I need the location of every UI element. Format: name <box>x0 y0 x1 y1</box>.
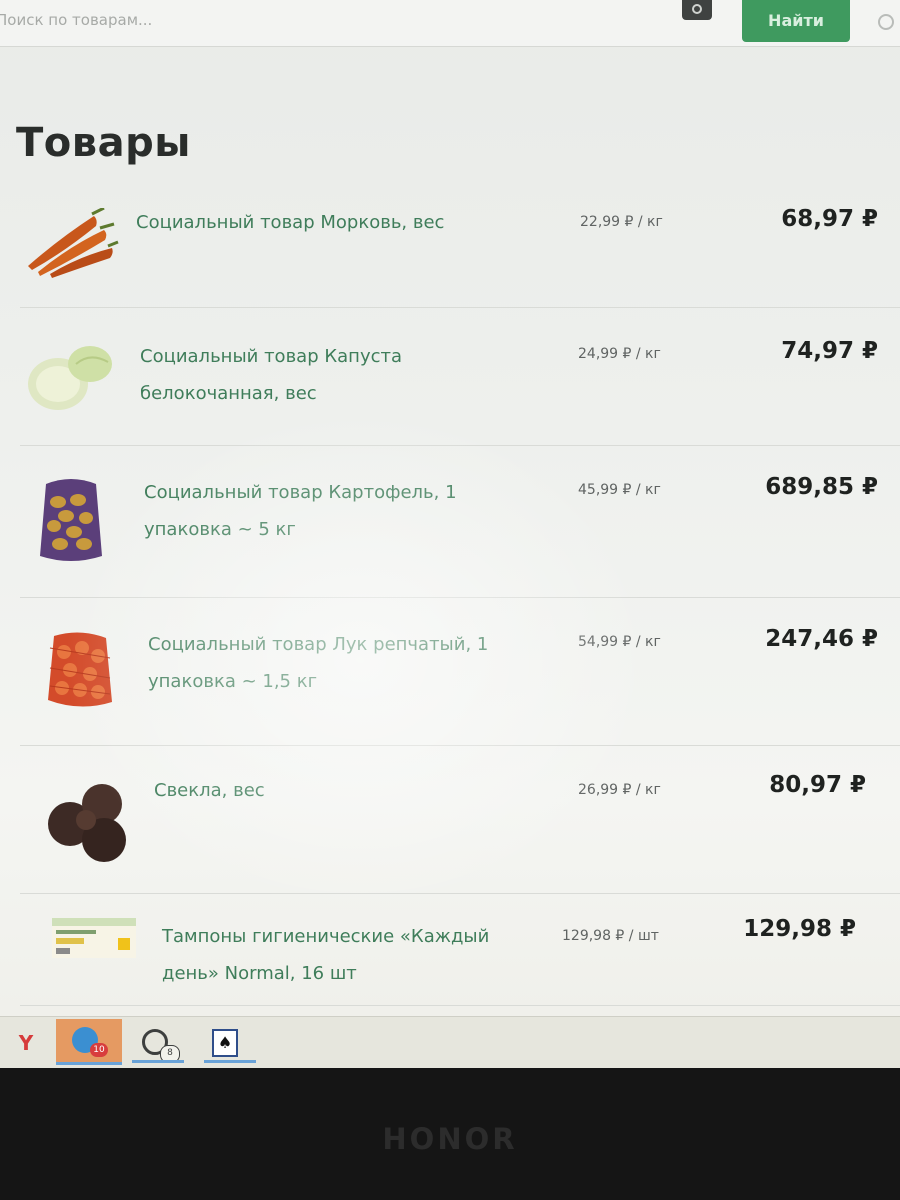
item-total-price: 80,97 ₽ <box>769 772 866 798</box>
onion-bag-image <box>48 632 112 707</box>
yandex-browser-icon[interactable]: Y <box>4 1023 48 1063</box>
beet-image <box>48 784 126 862</box>
item-unit-price: 129,98 ₽ / шт <box>562 928 659 944</box>
item-total-price: 68,97 ₽ <box>781 206 878 232</box>
active-indicator <box>132 1060 184 1063</box>
carrot-image <box>28 208 119 278</box>
device-brand-logo: HONOR <box>382 1122 518 1156</box>
item-unit-price: 26,99 ₽ / кг <box>578 782 661 798</box>
item-name[interactable]: Свекла, вес <box>154 772 554 809</box>
item-unit-price: 45,99 ₽ / кг <box>578 482 661 498</box>
browser-page: Найти Товары Социальный товар Морковь, в… <box>0 0 900 1068</box>
whatsapp-icon[interactable]: 8 <box>132 1023 184 1063</box>
active-indicator <box>56 1062 122 1065</box>
active-indicator <box>204 1060 256 1063</box>
item-total-price: 247,46 ₽ <box>765 626 878 652</box>
page-title: Товары <box>16 120 191 166</box>
list-item[interactable]: Социальный товар Морковь, вес 22,99 ₽ / … <box>20 190 900 308</box>
list-item[interactable]: Свекла, вес 26,99 ₽ / кг 80,97 ₽ <box>20 746 900 894</box>
item-name[interactable]: Социальный товар Лук репчатый, 1 упаковк… <box>148 626 508 700</box>
list-item[interactable]: Социальный товар Капуста белокочанная, в… <box>20 308 900 446</box>
camera-search-icon[interactable] <box>682 0 712 20</box>
search-bar: Найти <box>0 0 900 47</box>
solitaire-icon[interactable]: ♠ <box>204 1023 256 1063</box>
camera-lens-icon <box>692 4 702 14</box>
item-name[interactable]: Социальный товар Капуста белокочанная, в… <box>140 338 470 412</box>
list-item[interactable]: Социальный товар Лук репчатый, 1 упаковк… <box>20 598 900 746</box>
search-button[interactable]: Найти <box>742 0 850 42</box>
item-unit-price: 54,99 ₽ / кг <box>578 634 661 650</box>
tampon-box-image <box>52 918 136 958</box>
divider <box>20 1005 900 1006</box>
item-name[interactable]: Социальный товар Морковь, вес <box>136 204 536 241</box>
item-name[interactable]: Тампоны гигиенические «Каждый день» Norm… <box>162 918 522 992</box>
telegram-badge: 10 <box>90 1043 108 1057</box>
potato-bag-image <box>40 479 102 561</box>
telegram-icon[interactable]: 10 <box>56 1019 122 1065</box>
item-total-price: 689,85 ₽ <box>765 474 878 500</box>
card-icon: ♠ <box>212 1029 238 1057</box>
cabbage-image <box>28 346 112 410</box>
search-input[interactable] <box>0 0 660 40</box>
item-unit-price: 24,99 ₽ / кг <box>578 346 661 362</box>
item-unit-price: 22,99 ₽ / кг <box>580 214 663 230</box>
taskbar: Y 10 8 ♠ <box>0 1016 900 1068</box>
item-total-price: 74,97 ₽ <box>781 338 878 364</box>
list-item[interactable]: Тампоны гигиенические «Каждый день» Norm… <box>20 894 900 1006</box>
profile-icon[interactable] <box>878 14 894 30</box>
list-item[interactable]: Социальный товар Картофель, 1 упаковка ~… <box>20 446 900 598</box>
item-name[interactable]: Социальный товар Картофель, 1 упаковка ~… <box>144 474 524 548</box>
item-total-price: 129,98 ₽ <box>743 916 856 942</box>
